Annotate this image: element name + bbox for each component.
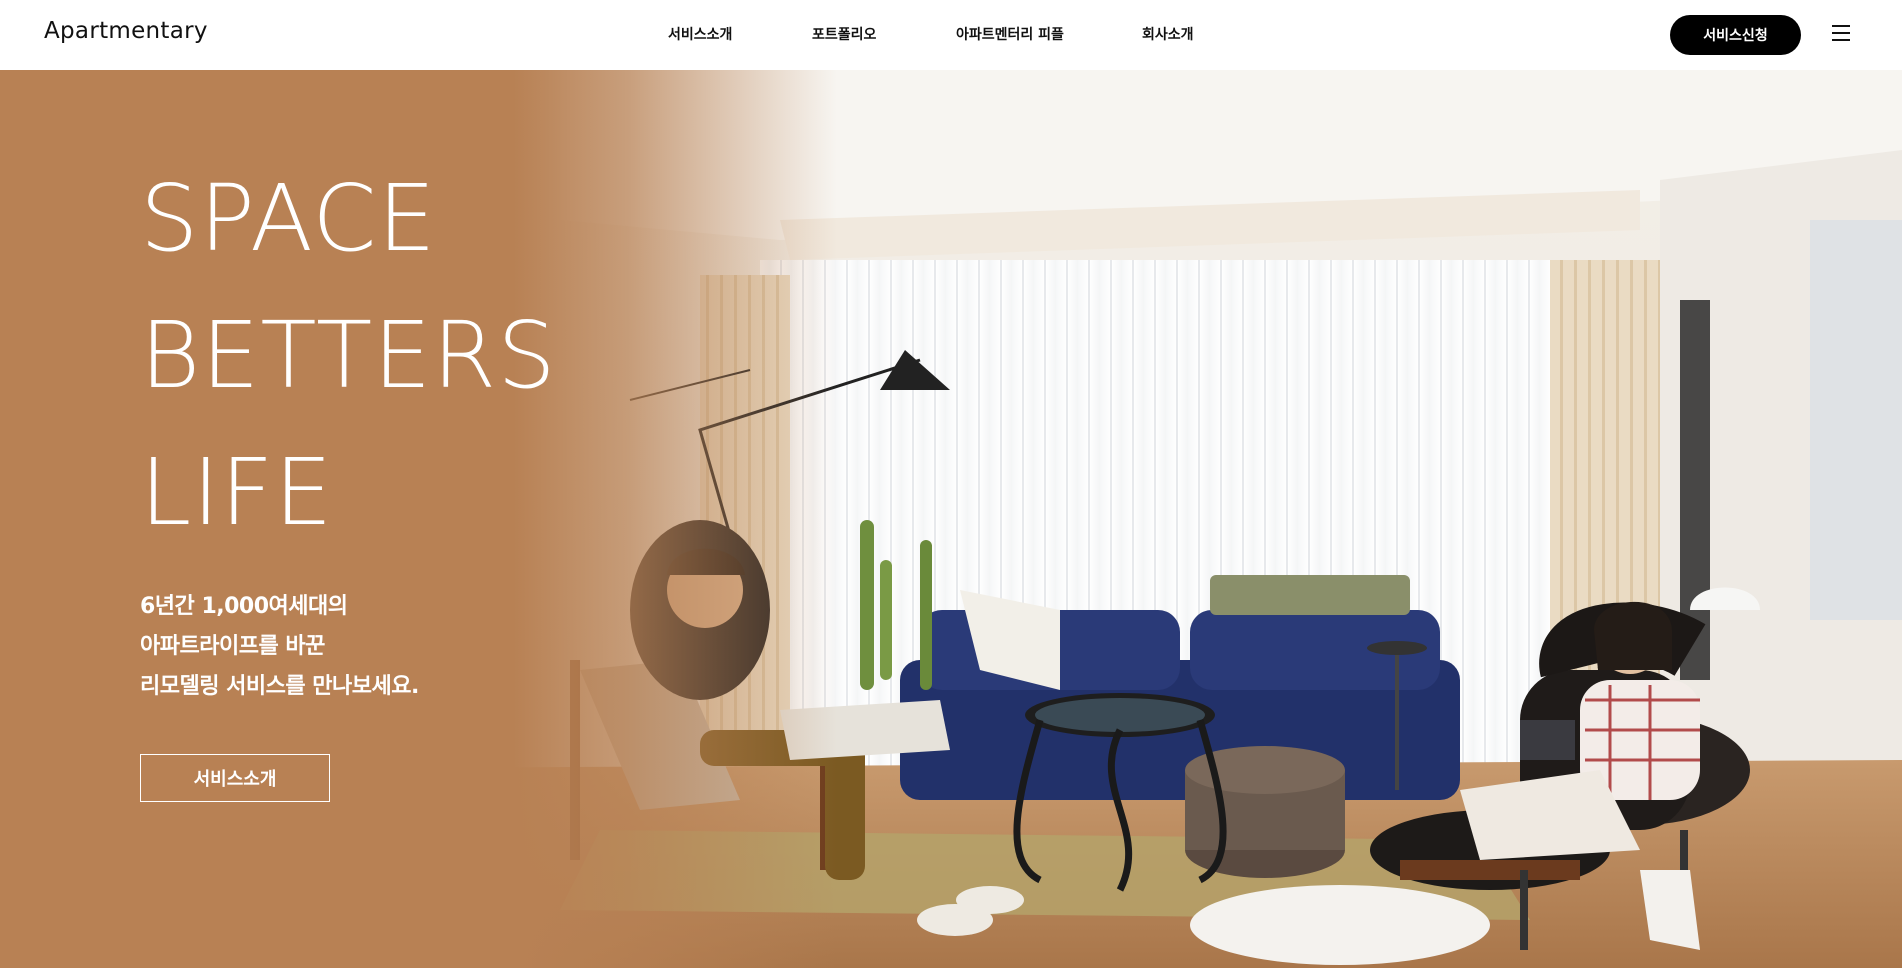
headline-line-1: SPACE [140,165,437,272]
main-nav: 서비스소개 포트폴리오 아파트멘터리 피플 회사소개 [0,24,1902,46]
subtext-line-3: 리모델링 서비스를 만나보세요. [140,674,419,699]
hero-section: SPACE BETTERS LIFE 6년간 1,000여세대의 아파트라이프를… [0,70,1902,968]
hero-headline: SPACE BETTERS LIFE [140,150,557,561]
nav-item-people[interactable]: 아파트멘터리 피플 [956,24,1064,44]
headline-line-2: BETTERS [140,302,557,409]
service-request-button[interactable]: 서비스신청 [1670,15,1801,55]
headline-line-3: LIFE [140,439,334,546]
site-header: Apartmentary 서비스소개 포트폴리오 아파트멘터리 피플 회사소개 … [0,0,1902,70]
hero-subtext: 6년간 1,000여세대의 아파트라이프를 바꾼 리모델링 서비스를 만나보세요… [140,587,419,707]
subtext-line-2: 아파트라이프를 바꾼 [140,634,325,659]
subtext-line-1: 6년간 1,000여세대의 [140,594,348,619]
hamburger-menu-icon[interactable] [1832,25,1850,41]
nav-item-company[interactable]: 회사소개 [1142,24,1194,44]
hero-service-intro-button[interactable]: 서비스소개 [140,754,330,802]
nav-item-service-intro[interactable]: 서비스소개 [668,24,732,44]
nav-item-portfolio[interactable]: 포트폴리오 [812,24,876,44]
